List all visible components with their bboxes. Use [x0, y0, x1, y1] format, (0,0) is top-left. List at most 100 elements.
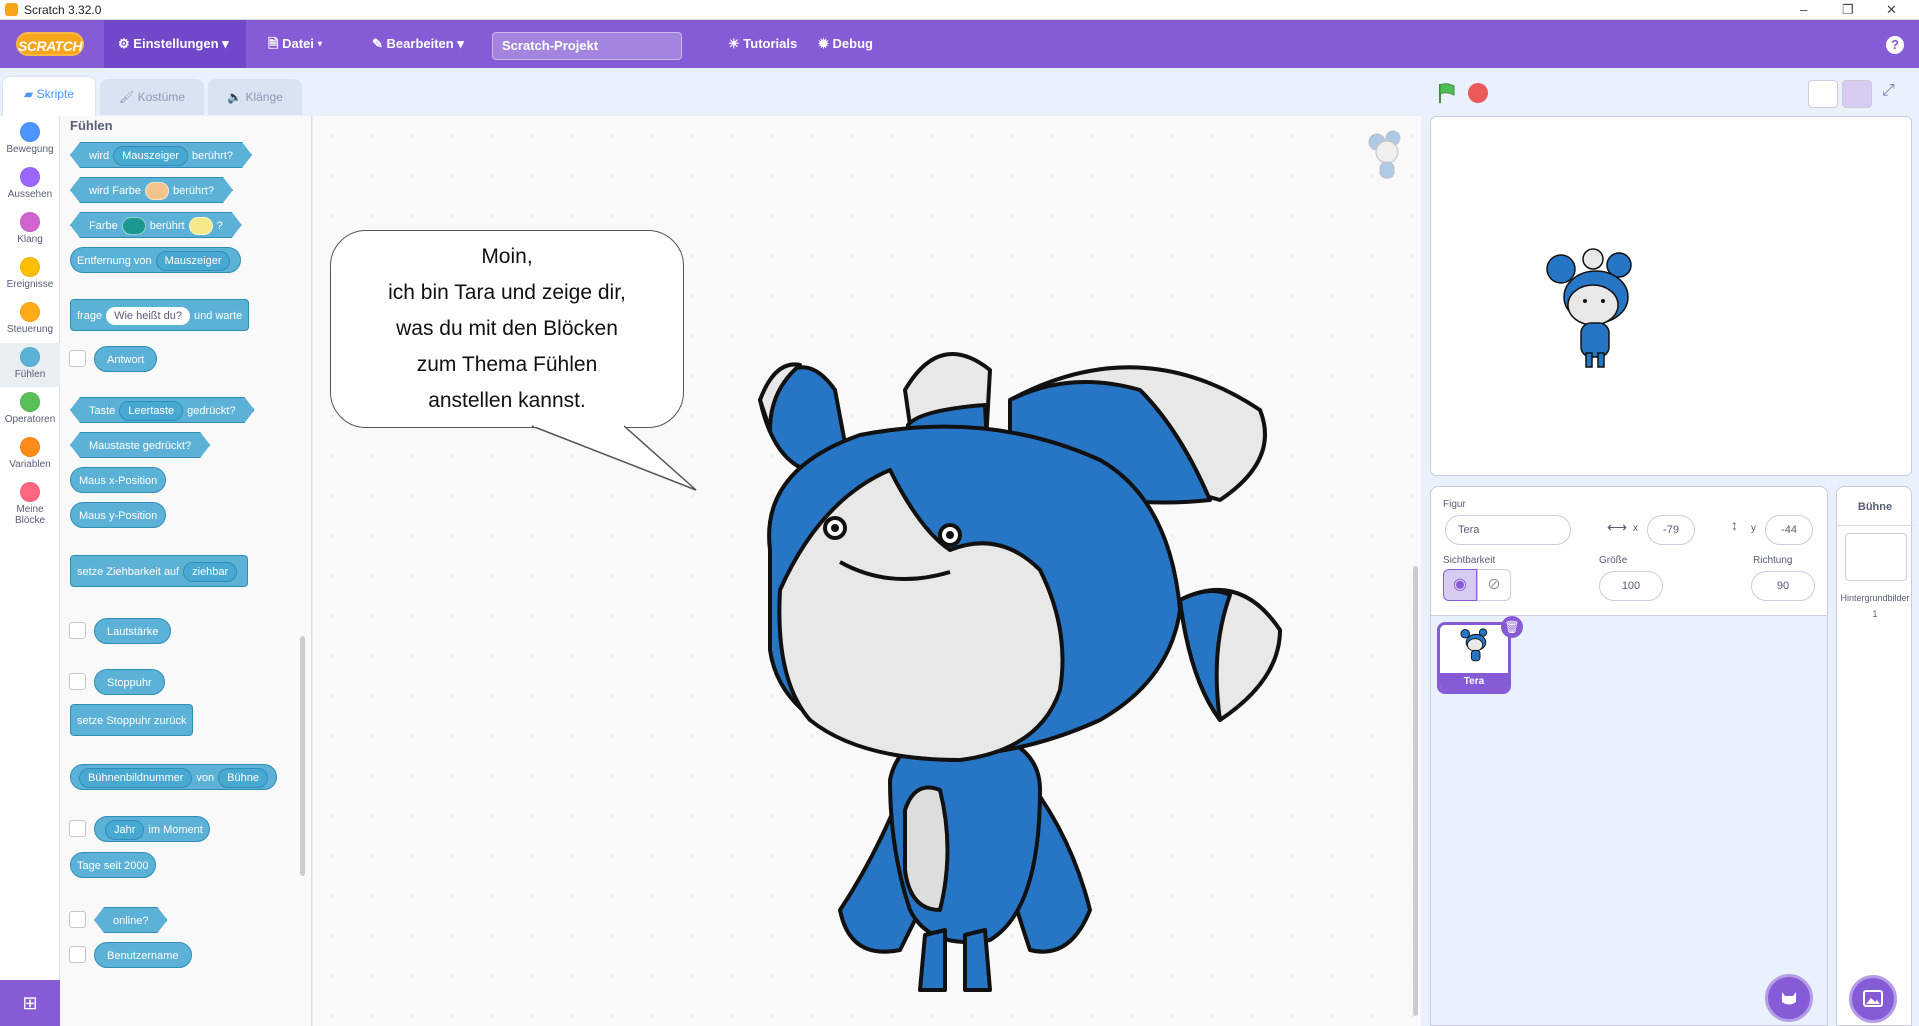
category-events[interactable]: Ereignisse [0, 253, 60, 297]
restore-icon[interactable]: ❐ [1842, 2, 1854, 18]
x-label: x [1633, 523, 1638, 534]
add-extension-button[interactable]: ⊞ [0, 980, 60, 1026]
hide-sprite-button[interactable]: ⊘ [1477, 569, 1511, 601]
project-title-input[interactable]: Scratch-Projekt [492, 32, 682, 60]
block-answer[interactable]: Antwort [94, 346, 158, 372]
stage-canvas[interactable] [1430, 116, 1912, 476]
tab-costumes[interactable]: 🖌 Kostüme [100, 79, 204, 115]
tutorials-button[interactable]: ☀ Tutorials [728, 20, 797, 68]
small-stage-button[interactable] [1808, 80, 1838, 108]
y-arrows-icon: ↕ [1731, 517, 1738, 533]
category-label: Klang [17, 234, 43, 245]
monitor-checkbox[interactable] [69, 673, 86, 690]
extension-icon: ⊞ [22, 993, 38, 1013]
minimize-icon[interactable]: – [1800, 2, 1807, 17]
category-sound[interactable]: Klang [0, 208, 60, 252]
large-stage-button[interactable] [1842, 80, 1872, 108]
block-dropdown[interactable]: Bühnenbildnummer [79, 768, 193, 788]
direction-input[interactable]: 90 [1751, 571, 1815, 601]
backdrops-label: Hintergrundbilder [1840, 593, 1910, 603]
block-mouse-down[interactable]: Maustaste gedrückt? [70, 432, 210, 458]
operators-dot-icon [20, 392, 40, 412]
color-swatch[interactable] [145, 182, 169, 200]
block-key-pressed[interactable]: Taste Leertaste gedrückt? [70, 397, 254, 423]
sprite-name-input[interactable]: Tera [1445, 515, 1571, 545]
debug-label: Debug [832, 36, 873, 51]
bubble-line: Moin, [481, 245, 533, 268]
block-touching[interactable]: wird Mauszeiger berührt? [70, 142, 252, 168]
block-username[interactable]: Benutzername [94, 942, 192, 968]
palette-scrollbar[interactable] [300, 636, 305, 876]
x-position-input[interactable]: -79 [1647, 515, 1695, 545]
block-touching-color[interactable]: wird Farbe berührt? [70, 177, 233, 203]
events-dot-icon [20, 257, 40, 277]
category-motion[interactable]: Bewegung [0, 118, 60, 162]
block-dropdown[interactable]: Leertaste [119, 401, 183, 421]
block-mouse-x[interactable]: Maus x-Position [70, 467, 167, 493]
block-online[interactable]: online? [94, 907, 167, 933]
block-reset-timer[interactable]: setze Stoppuhr zurück [70, 704, 194, 736]
block-text: gedrückt? [187, 405, 236, 417]
settings-menu[interactable]: ⚙ Einstellungen ▾ [104, 20, 246, 68]
chevron-down-icon: ▾ [222, 36, 229, 51]
color-swatch[interactable] [189, 217, 213, 235]
block-text: setze Stoppuhr zurück [77, 715, 187, 727]
fullscreen-icon[interactable]: ⤢ [1882, 82, 1895, 100]
category-sensing[interactable]: Fühlen [0, 343, 60, 387]
speech-bubble-tail [531, 424, 697, 491]
help-icon[interactable]: ? [1886, 36, 1904, 54]
block-dropdown[interactable]: Jahr [105, 820, 145, 840]
stop-icon[interactable] [1468, 83, 1488, 103]
category-my-blocks[interactable]: Meine Blöcke [0, 478, 60, 538]
monitor-checkbox[interactable] [69, 911, 86, 928]
size-input[interactable]: 100 [1599, 571, 1663, 601]
category-control[interactable]: Steuerung [0, 298, 60, 342]
delete-sprite-button[interactable]: 🗑 [1501, 616, 1523, 638]
y-position-input[interactable]: -44 [1765, 515, 1813, 545]
block-current[interactable]: Jahr im Moment [94, 816, 210, 842]
show-sprite-button[interactable]: ◉ [1443, 569, 1477, 601]
pencil-icon: ✎ [372, 36, 383, 51]
stage-sprite-tara[interactable] [1541, 247, 1651, 377]
monitor-checkbox[interactable] [69, 622, 86, 639]
block-loudness[interactable]: Lautstärke [94, 618, 172, 644]
scratch-logo[interactable]: SCRATCH [16, 32, 84, 56]
monitor-checkbox[interactable] [69, 350, 86, 367]
tab-scripts[interactable]: ▰ Skripte [2, 76, 96, 116]
block-set-drag-mode[interactable]: setze Ziehbarkeit auf ziehbar [70, 555, 249, 587]
block-text: Farbe [89, 220, 118, 232]
block-dropdown[interactable]: ziehbar [183, 562, 238, 582]
debug-button[interactable]: ✹ Debug [818, 20, 873, 68]
backdrop-thumbnail[interactable] [1845, 533, 1907, 581]
edit-menu[interactable]: ✎ Bearbeiten ▾ [372, 20, 464, 68]
block-days-since-2000[interactable]: Tage seit 2000 [70, 852, 156, 878]
block-distance-to[interactable]: Entfernung von Mauszeiger [70, 247, 242, 273]
category-operators[interactable]: Operatoren [0, 388, 60, 432]
color-swatch[interactable] [122, 217, 146, 235]
trash-icon: 🗑 [1504, 620, 1520, 634]
file-menu[interactable]: 🗎 Datei ▾ [268, 20, 322, 68]
block-of[interactable]: Bühnenbildnummer von Bühne [70, 764, 277, 790]
block-timer[interactable]: Stoppuhr [94, 669, 165, 695]
block-color-touching-color[interactable]: Farbe berührt? [70, 212, 242, 238]
code-scrollbar[interactable] [1413, 566, 1418, 1016]
green-flag-icon[interactable] [1436, 82, 1458, 104]
choose-backdrop-button[interactable] [1849, 975, 1897, 1023]
choose-sprite-button[interactable] [1765, 974, 1813, 1022]
close-icon[interactable]: ✕ [1886, 2, 1897, 18]
tab-sounds[interactable]: 🔈 Klänge [208, 79, 302, 115]
sprite-tile-tera[interactable]: Tera [1437, 622, 1511, 694]
block-dropdown[interactable]: Bühne [218, 768, 268, 788]
monitor-checkbox[interactable] [69, 946, 86, 963]
stage-selector[interactable]: Bühne Hintergrundbilder 1 [1836, 486, 1913, 1026]
block-ask-and-wait[interactable]: frage Wie heißt du? und warte [70, 299, 250, 331]
block-dropdown[interactable]: Mauszeiger [155, 251, 231, 271]
block-mouse-y[interactable]: Maus y-Position [70, 502, 167, 528]
category-looks[interactable]: Aussehen [0, 163, 60, 207]
monitor-checkbox[interactable] [69, 820, 86, 837]
block-text-field[interactable]: Wie heißt du? [106, 307, 190, 325]
category-variables[interactable]: Variablen [0, 433, 60, 477]
category-label: Fühlen [14, 369, 46, 380]
block-text: Taste [89, 405, 116, 417]
block-dropdown[interactable]: Mauszeiger [113, 146, 188, 166]
